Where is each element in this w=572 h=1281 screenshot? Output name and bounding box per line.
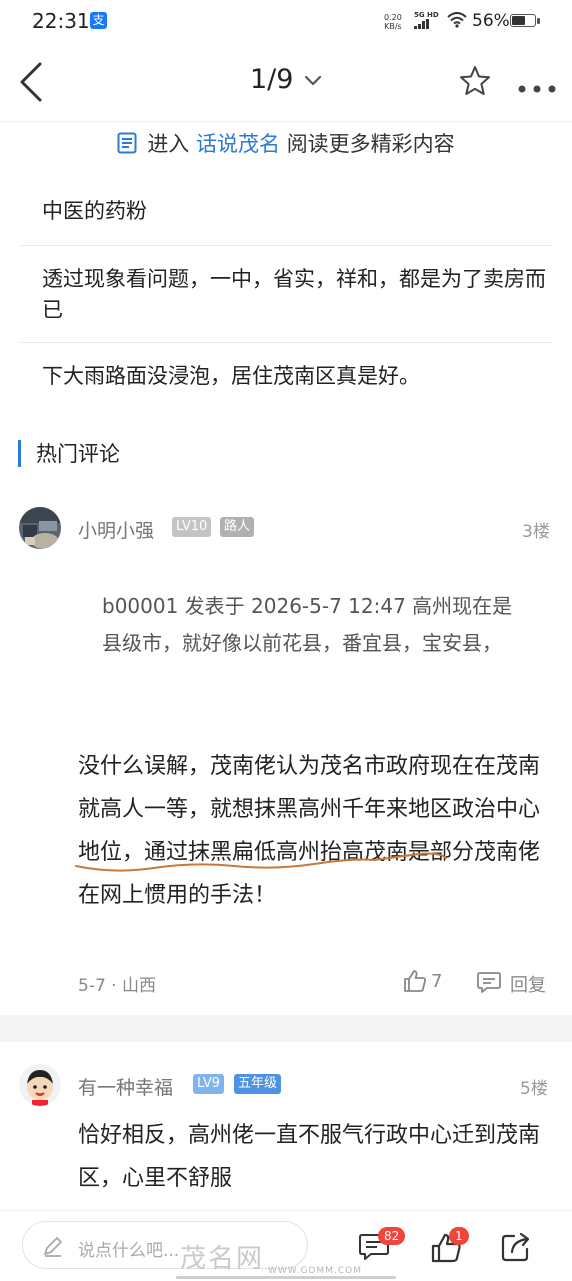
chevron-left-icon xyxy=(20,62,42,102)
level-badge: LV9 xyxy=(193,1074,224,1094)
watermark-main: 茂名网 xyxy=(180,1244,265,1274)
like-count-badge: 1 xyxy=(449,1227,469,1245)
enter-suffix: 阅读更多精彩内容 xyxy=(286,132,455,156)
status-time: 22:31 xyxy=(32,9,90,33)
section-accent-bar xyxy=(18,440,21,467)
battery-percent: 56% xyxy=(472,11,510,31)
avatar[interactable] xyxy=(19,1064,61,1106)
wifi-icon xyxy=(447,12,467,32)
comment-meta: 5-7 · 山西 xyxy=(78,976,156,996)
network-speed: 0.20 KB/s xyxy=(384,13,402,31)
enter-forum-banner[interactable]: 进入 话说茂名 阅读更多精彩内容 xyxy=(0,128,572,159)
comment-content: 没什么误解，茂南佬认为茂名市政府现在在茂南就高人一等，就想抹黑高州千年来地区政治… xyxy=(78,754,541,908)
sub-reply: 透过现象看问题，一中，省实，祥和，都是为了卖房而已 xyxy=(42,267,546,322)
sub-reply: 下大雨路面没浸泡，居住茂南区真是好。 xyxy=(42,364,420,388)
forum-link[interactable]: 话说茂名 xyxy=(196,132,280,156)
handwritten-underline xyxy=(75,852,447,872)
back-button[interactable] xyxy=(18,62,44,106)
reply-divider xyxy=(20,342,552,343)
share-icon xyxy=(501,1232,530,1262)
alipay-icon: 支 xyxy=(90,12,107,29)
favorite-star-icon[interactable] xyxy=(458,64,492,102)
page-indicator[interactable]: 1/9 xyxy=(250,64,293,95)
battery-cap xyxy=(537,18,540,24)
enter-prefix: 进入 xyxy=(147,132,190,156)
floor-number: 5楼 xyxy=(520,1079,548,1099)
comment-content: 恰好相反，高州佬一直不服气行政中心迁到茂南区，心里不舒服 xyxy=(78,1123,541,1191)
username[interactable]: 有一种幸福 xyxy=(78,1073,173,1100)
nav-divider xyxy=(0,121,572,122)
avatar[interactable] xyxy=(19,507,61,549)
thumbs-up-icon xyxy=(404,970,426,992)
battery-icon xyxy=(510,14,536,27)
message-count-badge: 82 xyxy=(378,1227,406,1245)
sub-reply: 中医的药粉 xyxy=(42,199,147,223)
rank-badge: 五年级 xyxy=(234,1074,282,1094)
quoted-post: b00001 发表于 2026-5-7 12:47 高州现在是县级市，就好像以前… xyxy=(102,594,513,655)
reply-divider xyxy=(20,245,552,246)
comment-bubble-icon xyxy=(477,972,501,993)
signal-icon: 5G HD xyxy=(414,12,439,31)
document-icon xyxy=(117,132,137,159)
comment-placeholder[interactable]: 说点什么吧... xyxy=(78,1236,179,1261)
level-badge: LV10 xyxy=(172,517,212,537)
reply-label[interactable]: 回复 xyxy=(510,971,546,997)
status-bar: 22:31 支 0.20 KB/s 5G HD 56% xyxy=(0,0,572,44)
username[interactable]: 小明小强 xyxy=(78,516,154,543)
floor-number: 3楼 xyxy=(522,522,550,542)
reply-button[interactable] xyxy=(476,969,502,999)
section-gap xyxy=(0,1015,572,1042)
home-indicator xyxy=(176,1276,396,1279)
more-options-icon[interactable] xyxy=(518,78,556,97)
share-button[interactable] xyxy=(500,1231,532,1267)
hot-comments-title: 热门评论 xyxy=(36,442,120,466)
like-count: 7 xyxy=(431,971,443,992)
pencil-icon xyxy=(42,1235,64,1261)
like-button[interactable] xyxy=(402,968,428,998)
chevron-down-icon[interactable] xyxy=(304,72,322,91)
watermark: 茂名网 xyxy=(180,1238,264,1275)
rank-badge: 路人 xyxy=(220,517,255,537)
